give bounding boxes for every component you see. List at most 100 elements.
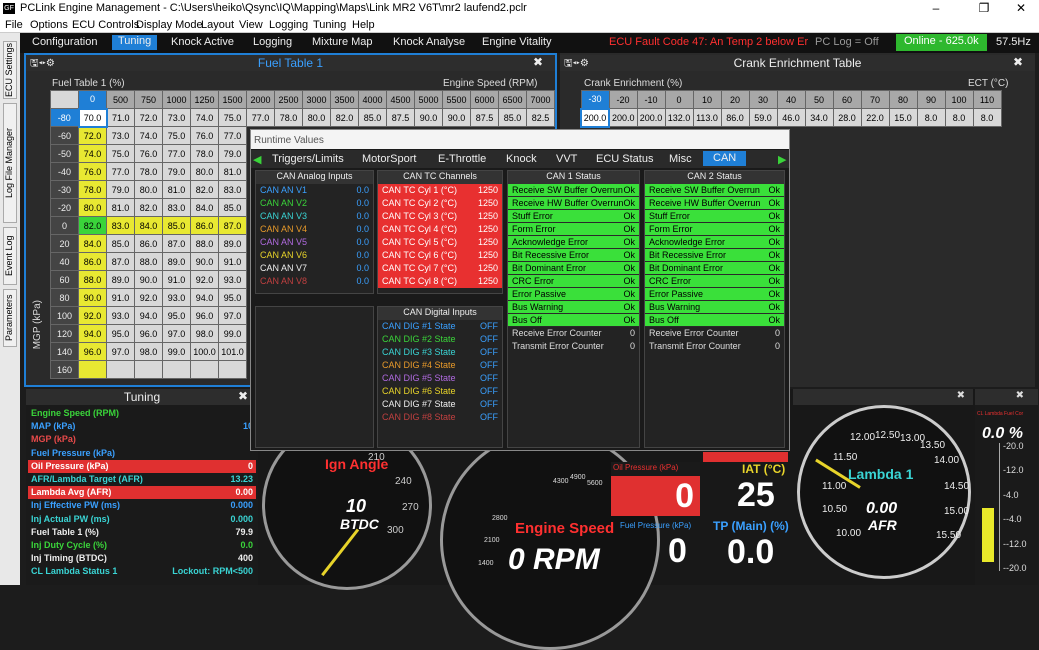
- fuel-cell[interactable]: 77.0: [246, 108, 275, 127]
- fuel-row-header[interactable]: 140: [50, 342, 79, 361]
- fuel-cell[interactable]: 81.0: [106, 198, 135, 217]
- fuel-cell[interactable]: 77.0: [218, 126, 247, 145]
- fuel-cell[interactable]: 94.0: [78, 324, 107, 343]
- fuel-cell[interactable]: 96.0: [134, 324, 163, 343]
- side-tab-ecu-settings[interactable]: ECU Settings: [3, 41, 17, 99]
- fuel-row-header[interactable]: -80: [50, 108, 79, 127]
- menu-file[interactable]: File: [5, 19, 23, 31]
- tuning-row[interactable]: MAP (kPa) 10: [28, 420, 256, 433]
- fuel-cell[interactable]: 80.0: [190, 162, 219, 181]
- side-tab-event-log[interactable]: Event Log: [3, 227, 17, 285]
- fuel-cell[interactable]: 86.0: [134, 234, 163, 253]
- fuel-cell[interactable]: [78, 360, 107, 379]
- fuel-col-header[interactable]: 1250: [190, 90, 219, 109]
- fuel-col-header[interactable]: 3500: [330, 90, 359, 109]
- crank-cell[interactable]: 8.0: [944, 108, 974, 127]
- fuel-cell[interactable]: 86.0: [190, 216, 219, 235]
- fuel-cell[interactable]: 78.0: [134, 162, 163, 181]
- minimize-button[interactable]: –: [920, 0, 952, 18]
- crank-col-header[interactable]: -10: [636, 90, 666, 109]
- runtime-tab-knock[interactable]: Knock: [506, 153, 537, 165]
- tuning-row[interactable]: Inj Timing (BTDC) 400: [28, 552, 256, 565]
- fuel-cell[interactable]: 91.0: [106, 288, 135, 307]
- crank-col-header[interactable]: 100: [944, 90, 974, 109]
- fuel-cell[interactable]: 88.0: [134, 252, 163, 271]
- fuel-cell[interactable]: 77.0: [106, 162, 135, 181]
- fuel-row-header[interactable]: 0: [50, 216, 79, 235]
- menu-layout[interactable]: Layout: [201, 19, 234, 31]
- runtime-tab-triggers-limits[interactable]: Triggers/Limits: [272, 153, 344, 165]
- fuel-col-header[interactable]: 6500: [498, 90, 527, 109]
- fuel-cell[interactable]: 72.0: [134, 108, 163, 127]
- fuel-cell[interactable]: 88.0: [78, 270, 107, 289]
- fuel-cell[interactable]: 101.0: [218, 342, 247, 361]
- fuel-cell[interactable]: 90.0: [78, 288, 107, 307]
- fuel-cell[interactable]: 80.0: [134, 180, 163, 199]
- tuning-row[interactable]: Fuel Pressure (kPa): [28, 447, 256, 460]
- tuning-row[interactable]: Oil Pressure (kPa) 0: [28, 459, 256, 473]
- crank-cell[interactable]: 86.0: [720, 108, 750, 127]
- fuel-cell[interactable]: 94.0: [190, 288, 219, 307]
- fuel-cell[interactable]: 98.0: [134, 342, 163, 361]
- crank-col-header[interactable]: 110: [972, 90, 1002, 109]
- crank-col-header[interactable]: 30: [748, 90, 778, 109]
- fuel-col-header[interactable]: 3000: [302, 90, 331, 109]
- fuel-cell[interactable]: 85.0: [162, 216, 191, 235]
- menu-ecu-controls[interactable]: ECU Controls: [72, 19, 139, 31]
- fuel-cell[interactable]: 92.0: [190, 270, 219, 289]
- fuel-cell[interactable]: 82.0: [190, 180, 219, 199]
- fuel-cell[interactable]: 85.0: [498, 108, 527, 127]
- fuel-cell[interactable]: 95.0: [162, 306, 191, 325]
- crank-cell[interactable]: 59.0: [748, 108, 778, 127]
- crank-cell[interactable]: 200.0: [580, 107, 610, 128]
- fuel-cell[interactable]: 97.0: [218, 306, 247, 325]
- fuel-cell[interactable]: 78.0: [190, 144, 219, 163]
- fuel-cell[interactable]: 96.0: [78, 342, 107, 361]
- runtime-tab-e-throttle[interactable]: E-Throttle: [438, 153, 486, 165]
- fuel-cell[interactable]: 91.0: [162, 270, 191, 289]
- tab-knock-active[interactable]: Knock Active: [171, 36, 234, 48]
- maximize-button[interactable]: ❐: [968, 0, 1000, 18]
- fuel-col-header[interactable]: 0: [78, 90, 107, 109]
- fuel-cell[interactable]: 96.0: [190, 306, 219, 325]
- fuel-col-header[interactable]: 750: [134, 90, 163, 109]
- tuning-row[interactable]: MGP (kPa): [28, 433, 256, 446]
- fuel-cell[interactable]: [218, 360, 247, 379]
- fuel-cell[interactable]: [106, 360, 135, 379]
- fuel-cell[interactable]: [190, 360, 219, 379]
- fuel-cell[interactable]: 87.0: [106, 252, 135, 271]
- fuel-cell[interactable]: 87.0: [162, 234, 191, 253]
- fuel-cell[interactable]: 79.0: [218, 144, 247, 163]
- fuel-row-header[interactable]: -30: [50, 180, 79, 199]
- tuning-row[interactable]: Engine Speed (RPM): [28, 407, 256, 420]
- fuel-row-header[interactable]: -20: [50, 198, 79, 217]
- fuel-cell[interactable]: 90.0: [134, 270, 163, 289]
- fuel-row-header[interactable]: -40: [50, 162, 79, 181]
- fuel-cell[interactable]: 80.0: [78, 198, 107, 217]
- fuel-row-header[interactable]: 80: [50, 288, 79, 307]
- fuel-cell[interactable]: 99.0: [218, 324, 247, 343]
- fuel-cell[interactable]: 92.0: [134, 288, 163, 307]
- fuel-cell[interactable]: 87.0: [218, 216, 247, 235]
- crank-col-header[interactable]: -30: [580, 90, 610, 109]
- menu-options[interactable]: Options: [30, 19, 68, 31]
- crank-col-header[interactable]: -20: [608, 90, 638, 109]
- crank-cell[interactable]: 46.0: [776, 108, 806, 127]
- fuel-cell[interactable]: 78.0: [274, 108, 303, 127]
- fuel-cell[interactable]: 81.0: [218, 162, 247, 181]
- crank-col-header[interactable]: 20: [720, 90, 750, 109]
- tuning-row[interactable]: AFR/Lambda Target (AFR) 13.23: [28, 473, 256, 486]
- fuel-col-header[interactable]: 4500: [386, 90, 415, 109]
- fuel-col-header[interactable]: 4000: [358, 90, 387, 109]
- fuel-cell[interactable]: 86.0: [78, 252, 107, 271]
- fuel-cell[interactable]: 85.0: [358, 108, 387, 127]
- tab-engine-vitality[interactable]: Engine Vitality: [482, 36, 552, 48]
- fuel-row-header[interactable]: 40: [50, 252, 79, 271]
- fuel-cell[interactable]: 77.0: [162, 144, 191, 163]
- correction-panel-close-icon[interactable]: ✖: [1016, 390, 1024, 401]
- fuel-cell[interactable]: 97.0: [162, 324, 191, 343]
- fuel-row-header[interactable]: 20: [50, 234, 79, 253]
- crank-cell[interactable]: 22.0: [860, 108, 890, 127]
- fuel-cell[interactable]: 99.0: [162, 342, 191, 361]
- fuel-cell[interactable]: 85.0: [106, 234, 135, 253]
